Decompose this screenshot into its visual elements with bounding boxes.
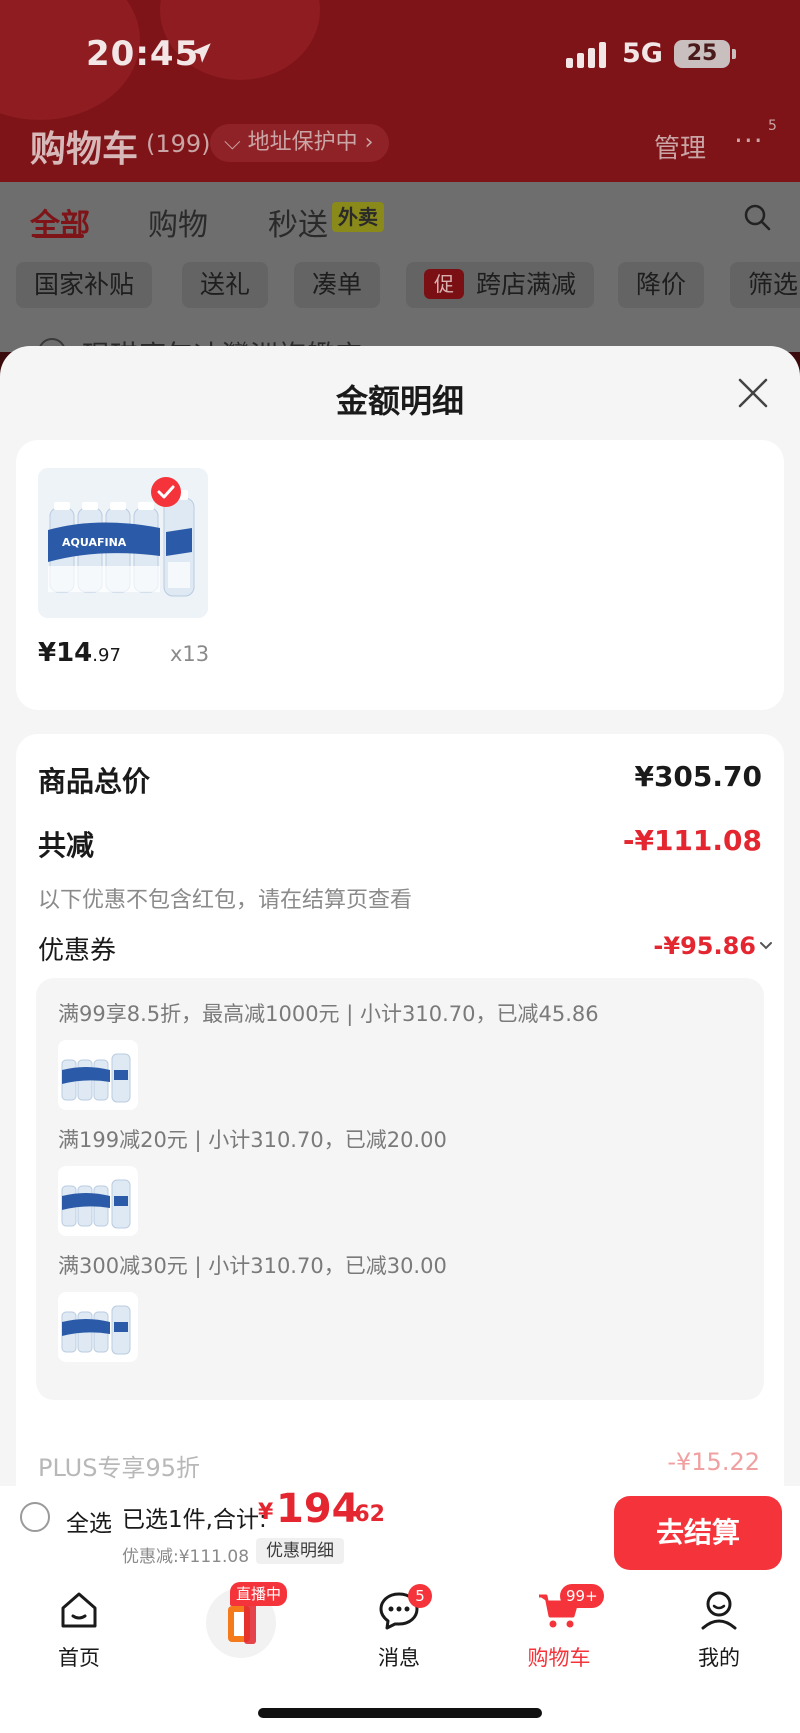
filter-chip-national-subsidy[interactable]: 国家补贴 xyxy=(16,262,153,308)
product-price-int: ¥14 xyxy=(38,638,93,668)
tab-cart[interactable]: 购物车 99+ xyxy=(504,1584,614,1672)
tab-shopping[interactable]: 购物 xyxy=(148,200,208,244)
tab-cart-label: 购物车 xyxy=(527,1646,591,1670)
filter-chip-gift[interactable]: 送礼 xyxy=(182,262,269,308)
battery-icon: 25 xyxy=(674,40,736,68)
coupon-rule: 满300减30元 | 小计310.70，已减30.00 xyxy=(58,1254,447,1278)
location-arrow-icon xyxy=(191,43,211,63)
product-price: ¥14.97 xyxy=(38,638,121,668)
more-icon[interactable]: ··· xyxy=(734,124,764,157)
water-bottles-icon xyxy=(61,1305,131,1355)
messages-badge: 5 xyxy=(408,1584,432,1608)
selected-check-icon xyxy=(151,477,181,507)
address-protection-label: 地址保护中 xyxy=(247,130,358,155)
tab-mine-label: 我的 xyxy=(698,1646,740,1670)
total-discount-value: -¥111.08 xyxy=(622,824,762,857)
address-protection-pill[interactable]: ⌵ 地址保护中 › xyxy=(210,124,390,162)
coupon-product-thumb xyxy=(58,1040,138,1110)
select-all-label[interactable]: 全选 xyxy=(66,1504,112,1538)
filter-chip-filter[interactable]: 筛选 xyxy=(730,262,800,308)
search-icon[interactable] xyxy=(742,202,772,232)
summary-currency: ¥ xyxy=(258,1500,274,1525)
chevron-down-icon[interactable] xyxy=(758,938,774,954)
coupon-product-thumb xyxy=(58,1292,138,1362)
summary-label: 已选1件,合计: xyxy=(122,1507,267,1533)
product-brand: AQUAFINA xyxy=(62,536,127,549)
tab-messages-label: 消息 xyxy=(378,1646,420,1670)
user-profile-icon xyxy=(701,1591,737,1630)
more-badge: 5 xyxy=(768,118,777,134)
plus-discount-label: PLUS专享95折 xyxy=(38,1454,200,1482)
tab-messages[interactable]: 消息 5 xyxy=(344,1584,454,1672)
cart-count: (199) xyxy=(146,130,211,158)
takeaway-tag: 外卖 xyxy=(332,202,384,232)
coupon-rule: 满199减20元 | 小计310.70，已减20.00 xyxy=(58,1128,447,1152)
coupon-breakdown: 满99享8.5折，最高减1000元 | 小计310.70，已减45.86 满19… xyxy=(36,978,764,1400)
tab-flash-delivery[interactable]: 秒送 xyxy=(268,200,328,244)
status-time: 20:45 xyxy=(86,34,200,74)
select-all-checkbox[interactable] xyxy=(20,1502,50,1532)
coupon-product-thumb xyxy=(58,1166,138,1236)
close-icon[interactable] xyxy=(736,376,770,410)
total-discount-label: 共减 xyxy=(38,829,95,862)
sheet-title: 金额明细 xyxy=(335,382,464,420)
filter-chip-cross-store[interactable]: 促跨店满减 xyxy=(406,262,595,308)
manage-button[interactable]: 管理 xyxy=(654,128,706,165)
total-price-value: ¥305.70 xyxy=(634,760,762,793)
home-indicator xyxy=(258,1708,542,1718)
signal-icon xyxy=(566,42,606,68)
filter-chip-price-drop[interactable]: 降价 xyxy=(618,262,705,308)
tab-home[interactable]: 首页 xyxy=(24,1588,134,1672)
product-quantity: x13 xyxy=(170,642,210,666)
water-bottles-icon xyxy=(61,1179,131,1229)
cart-badge: 99+ xyxy=(560,1584,604,1608)
checkout-bar: 全选 已选1件,合计: ¥ 194 .62 优惠减:¥111.08 优惠明细 去… xyxy=(0,1486,800,1576)
coupon-value[interactable]: -¥95.86 xyxy=(653,932,756,960)
summary-total-dec: .62 xyxy=(346,1502,385,1527)
tab-underline xyxy=(34,234,84,238)
filter-chip-bundle[interactable]: 凑单 xyxy=(294,262,381,308)
price-detail-card: 商品总价 ¥305.70 共减 -¥111.08 以下优惠不包含红包，请在结算页… xyxy=(16,734,784,1486)
filter-chip-cross-store-label: 跨店满减 xyxy=(476,270,577,299)
plus-discount-value: -¥15.22 xyxy=(667,1448,760,1476)
tab-home-label: 首页 xyxy=(58,1646,100,1670)
discount-summary: 优惠减:¥111.08 xyxy=(122,1547,250,1567)
coupon-rule: 满99享8.5折，最高减1000元 | 小计310.70，已减45.86 xyxy=(58,1002,599,1026)
coupon-label: 优惠券 xyxy=(38,936,117,966)
items-card: AQUAFINA ¥14.97 x13 xyxy=(16,440,784,710)
promo-icon: 促 xyxy=(424,269,464,299)
checkout-button[interactable]: 去结算 xyxy=(614,1496,782,1570)
page-title: 购物车 xyxy=(30,129,139,170)
status-bar: 20:45 5G 25 xyxy=(0,0,800,110)
tab-mine[interactable]: 我的 xyxy=(664,1588,774,1672)
total-price-label: 商品总价 xyxy=(38,765,151,798)
product-image[interactable]: AQUAFINA xyxy=(38,468,208,618)
discount-note: 以下优惠不包含红包，请在结算页查看 xyxy=(38,888,413,913)
network-type: 5G xyxy=(622,38,663,69)
water-bottles-icon xyxy=(61,1053,131,1103)
home-icon xyxy=(61,1592,97,1628)
water-bottles-icon: AQUAFINA xyxy=(38,468,208,618)
discount-detail-button[interactable]: 优惠明细 xyxy=(256,1538,344,1564)
amount-detail-sheet: 金额明细 AQUAFINA ¥14.97 x13 商品总价 ¥305.70 共减… xyxy=(0,346,800,1486)
product-price-dec: .97 xyxy=(92,645,121,666)
live-tag: 直播中 xyxy=(230,1582,288,1606)
